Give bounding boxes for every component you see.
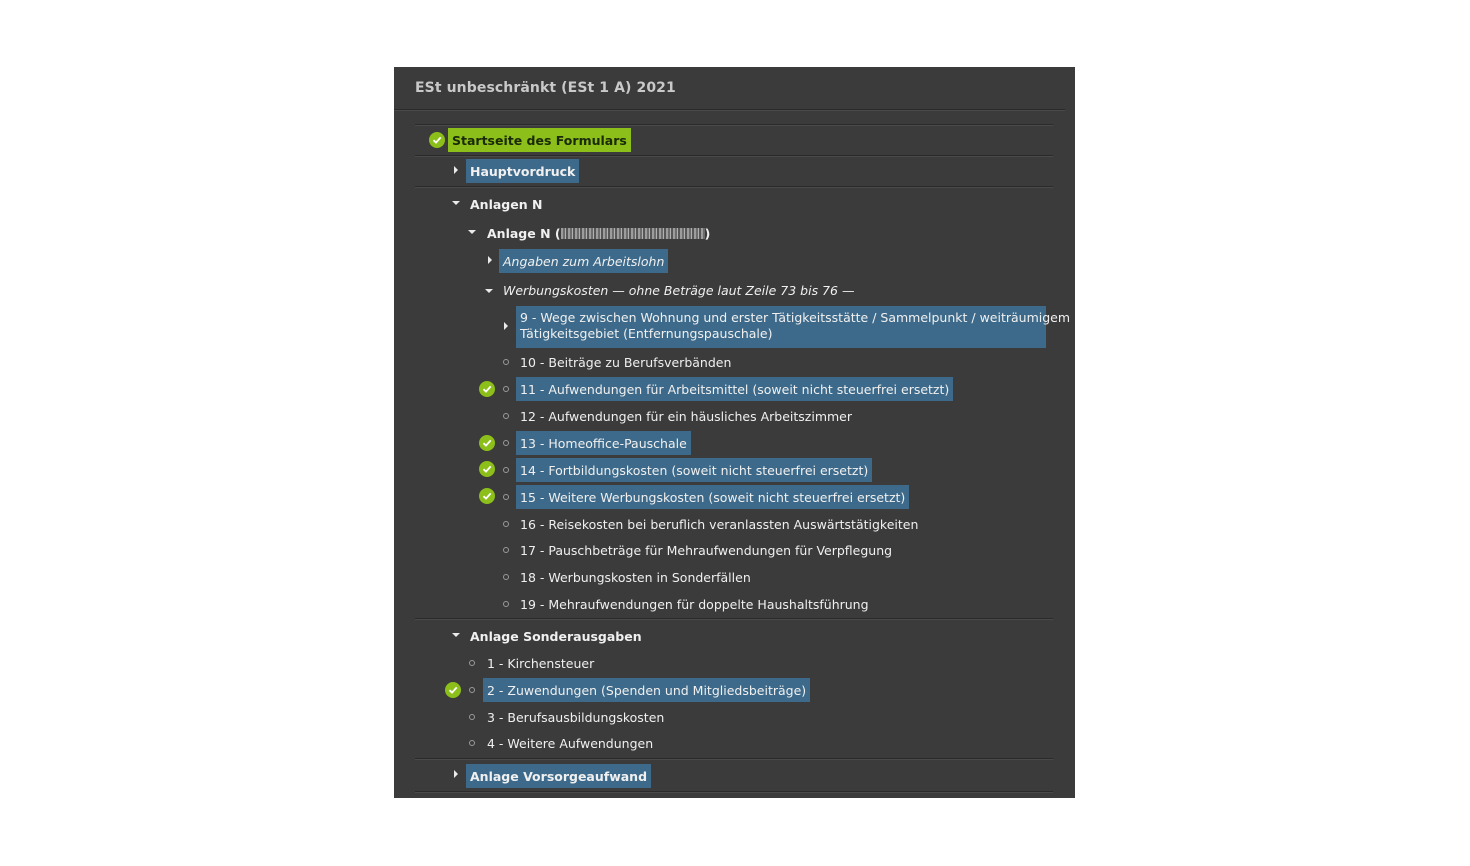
tree-item-sa-3[interactable]: 3 - Berufsausbildungskosten [487, 706, 664, 728]
triangle-right-icon[interactable] [454, 770, 458, 778]
tree-item-label: 13 - Homeoffice-Pauschale [516, 431, 691, 455]
tree-item-label-prefix: Anlage N ( [487, 225, 561, 241]
tree-item-wk-10[interactable]: 10 - Beiträge zu Berufsverbänden [520, 351, 731, 373]
tree-item-label: 17 - Pauschbeträge für Mehraufwendungen … [520, 542, 893, 558]
tree-item-wk-11[interactable]: 11 - Aufwendungen für Arbeitsmittel (sow… [516, 377, 954, 401]
check-circle-icon [479, 461, 495, 477]
tree-item-label: Werbungskosten — ohne Beträge laut Zeile… [503, 282, 855, 298]
tree-item-label: 4 - Weitere Aufwendungen [487, 735, 654, 751]
tree-item-wk-14[interactable]: 14 - Fortbildungskosten (soweit nicht st… [516, 458, 873, 482]
triangle-down-icon[interactable] [452, 201, 460, 205]
tree-item-label-line2: Tätigkeitsgebiet (Entfernungspauschale) [520, 326, 773, 341]
bullet-icon [469, 660, 475, 666]
tree-item-label-suffix: ) [704, 225, 711, 241]
tree-item-label: Anlagen N [470, 196, 543, 212]
tree-item-wk-12[interactable]: 12 - Aufwendungen für ein häusliches Arb… [520, 405, 852, 427]
tree-item-label: 18 - Werbungskosten in Sonderfällen [520, 569, 751, 585]
tree-item-wk-18[interactable]: 18 - Werbungskosten in Sonderfällen [520, 566, 751, 588]
bullet-icon [503, 413, 509, 419]
tree-item-label: 15 - Weitere Werbungskosten (soweit nich… [516, 485, 910, 509]
bullet-icon [503, 547, 509, 553]
tree-item-label: 10 - Beiträge zu Berufsverbänden [520, 354, 732, 370]
triangle-down-icon[interactable] [485, 289, 493, 293]
bullet-icon [503, 440, 509, 446]
tree-item-werbungskosten[interactable]: Werbungskosten — ohne Beträge laut Zeile… [503, 279, 854, 301]
divider [415, 186, 1053, 188]
triangle-down-icon[interactable] [468, 230, 476, 234]
tree-item-wk-15[interactable]: 15 - Weitere Werbungskosten (soweit nich… [516, 485, 910, 509]
tree-item-wk-17[interactable]: 17 - Pauschbeträge für Mehraufwendungen … [520, 539, 892, 561]
tree-item-wk-16[interactable]: 16 - Reisekosten bei beruflich veranlass… [520, 513, 918, 535]
divider [415, 618, 1053, 620]
tree-item-label: Anlage Sonderausgaben [470, 628, 642, 644]
tree-item-label: 1 - Kirchensteuer [487, 655, 595, 671]
tree-item-label: 3 - Berufsausbildungskosten [487, 709, 665, 725]
tree-item-label: 19 - Mehraufwendungen für doppelte Haush… [520, 596, 869, 612]
check-circle-icon [479, 435, 495, 451]
bullet-icon [503, 467, 509, 473]
tree-item-label: 12 - Aufwendungen für ein häusliches Arb… [520, 408, 853, 424]
tree-item-wk-19[interactable]: 19 - Mehraufwendungen für doppelte Haush… [520, 593, 869, 615]
check-circle-icon [479, 381, 495, 397]
tree-item-label: 14 - Fortbildungskosten (soweit nicht st… [516, 458, 873, 482]
tree-item-label: Angaben zum Arbeitslohn [499, 249, 669, 273]
form-navigation-panel: ESt unbeschränkt (ESt 1 A) 2021 Startsei… [394, 67, 1075, 798]
tree-item-anlage-n[interactable]: Anlage N ( ) [487, 222, 710, 244]
bullet-icon [503, 521, 509, 527]
bullet-icon [503, 601, 509, 607]
tree-item-anlagen-n[interactable]: Anlagen N [470, 193, 542, 215]
tree-item-hauptvordruck[interactable]: Hauptvordruck [466, 159, 580, 183]
bullet-icon [503, 359, 509, 365]
divider [415, 791, 1053, 793]
bullet-icon [469, 714, 475, 720]
tree-item-wk-13[interactable]: 13 - Homeoffice-Pauschale [516, 431, 691, 455]
tree-item-label: 16 - Reisekosten bei beruflich veranlass… [520, 516, 919, 532]
tree-item-sonderausgaben[interactable]: Anlage Sonderausgaben [470, 625, 642, 647]
tree-item-startseite[interactable]: Startseite des Formulars [448, 128, 631, 152]
divider [415, 758, 1053, 760]
tree-item-wk-9[interactable]: 9 - Wege zwischen Wohnung und erster Tät… [516, 306, 1071, 348]
divider [415, 155, 1053, 157]
tree-item-label: 9 - Wege zwischen Wohnung und erster Tät… [520, 310, 1071, 325]
bullet-icon [469, 687, 475, 693]
bullet-icon [469, 740, 475, 746]
divider [415, 124, 1053, 126]
triangle-right-icon[interactable] [504, 322, 508, 330]
tree-item-label: Hauptvordruck [466, 159, 580, 183]
tree-item-label: 2 - Zuwendungen (Spenden und Mitgliedsbe… [483, 678, 811, 702]
divider [394, 109, 1065, 111]
panel-title: ESt unbeschränkt (ESt 1 A) 2021 [415, 80, 676, 96]
tree-item-label: 11 - Aufwendungen für Arbeitsmittel (sow… [516, 377, 954, 401]
redacted-name [560, 227, 705, 239]
tree-item-vorsorgeaufwand[interactable]: Anlage Vorsorgeaufwand [466, 764, 652, 788]
tree-item-sa-2[interactable]: 2 - Zuwendungen (Spenden und Mitgliedsbe… [483, 678, 811, 702]
triangle-right-icon[interactable] [488, 256, 492, 264]
triangle-down-icon[interactable] [452, 633, 460, 637]
triangle-right-icon[interactable] [454, 166, 458, 174]
tree-item-sa-4[interactable]: 4 - Weitere Aufwendungen [487, 732, 653, 754]
tree-item-arbeitslohn[interactable]: Angaben zum Arbeitslohn [499, 249, 669, 273]
check-circle-icon [479, 488, 495, 504]
tree-item-label: Startseite des Formulars [448, 128, 631, 152]
tree-item-label: Anlage Vorsorgeaufwand [466, 764, 652, 788]
bullet-icon [503, 386, 509, 392]
check-circle-icon [445, 682, 461, 698]
tree-item-label-block: 9 - Wege zwischen Wohnung und erster Tät… [516, 306, 1071, 348]
check-circle-icon [429, 132, 445, 148]
tree-item-sa-1[interactable]: 1 - Kirchensteuer [487, 652, 594, 674]
bullet-icon [503, 494, 509, 500]
bullet-icon [503, 574, 509, 580]
